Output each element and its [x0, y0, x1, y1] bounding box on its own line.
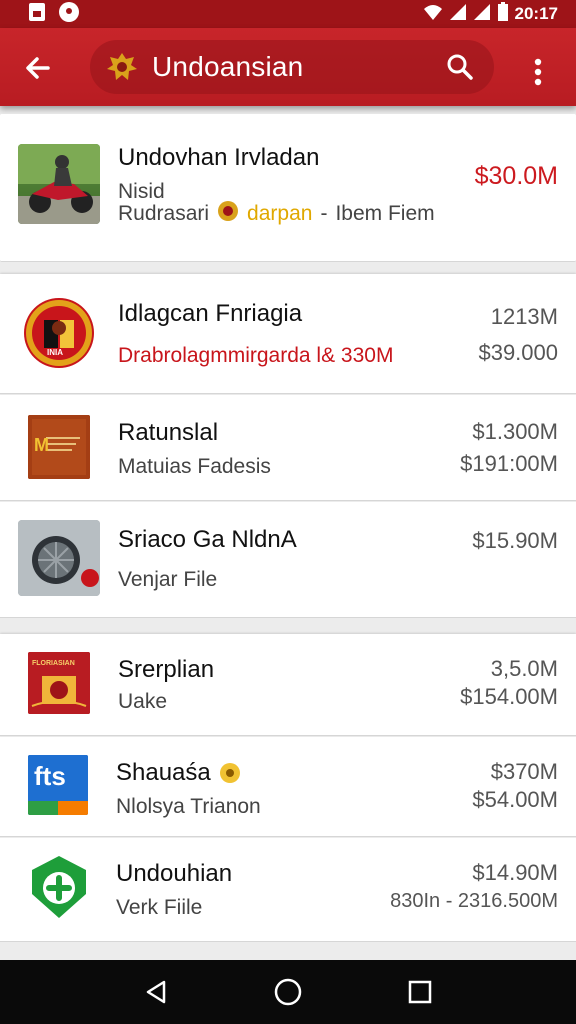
item-subtitle: Nlolsya Trianon — [116, 795, 261, 818]
item-price-top: $370M — [490, 759, 558, 784]
nav-back-button[interactable] — [132, 968, 180, 1016]
item-title: Srerplian — [118, 656, 215, 683]
meta-tag: darpan — [247, 202, 313, 225]
search-icon — [447, 54, 473, 80]
tile-text: fts — [34, 761, 66, 791]
list-item[interactable]: FLORIASIAN Srerplian Uake 3,5.0M $154.00… — [0, 634, 576, 736]
more-options-button[interactable] — [518, 52, 558, 92]
item-price-bottom: $39.000 — [478, 340, 558, 365]
item-price-top: $15.90M — [472, 528, 558, 553]
wifi-icon — [423, 3, 443, 26]
item-subtitle: Verk Fiile — [116, 896, 203, 919]
item-title-row: Shauaśa — [116, 759, 241, 787]
nav-home-icon — [274, 978, 302, 1006]
book-thumbnail: M — [28, 415, 90, 479]
badge-thumbnail: INIA — [24, 298, 94, 368]
system-nav-bar — [0, 960, 576, 1024]
more-vert-icon — [534, 58, 542, 86]
meta-location: Rudrasari — [118, 202, 210, 225]
item-subtitle: Uake — [118, 690, 168, 713]
item-price-top: $1.300M — [472, 419, 558, 444]
nav-recents-button[interactable] — [396, 968, 444, 1016]
card-thumbnail: FLORIASIAN — [28, 652, 90, 714]
location-icon — [58, 1, 80, 28]
item-subtitle: Drabrolagmmirgarda l& 330M — [118, 344, 394, 367]
search-bar[interactable]: Undoansian — [90, 40, 494, 94]
item-title: Ratunslal — [118, 419, 219, 446]
item-price-bottom: $154.00M — [460, 684, 558, 709]
item-price-bottom: $54.00M — [472, 787, 558, 812]
list-item[interactable]: Undouhian Verk Fiile $14.90M 830In - 231… — [0, 838, 576, 942]
back-button[interactable] — [18, 48, 58, 88]
item-price-top: 3,5.0M — [490, 656, 558, 681]
list-item[interactable]: fts Shauaśa Nlolsya Trianon $370M $54.00… — [0, 737, 576, 837]
status-bar: 20:17 — [0, 0, 576, 28]
app-title: Undoansian — [152, 51, 304, 82]
item-price-bottom: 830In - 2316.500M — [390, 890, 558, 912]
nav-recents-icon — [408, 980, 432, 1004]
nav-home-button[interactable] — [264, 968, 312, 1016]
signal-icon — [449, 3, 467, 26]
item-price: $30.0M — [474, 162, 558, 190]
notification-icon — [28, 2, 46, 27]
shield-plus-thumbnail — [28, 854, 90, 920]
app-bar: Undoansian — [0, 28, 576, 106]
tile-thumbnail: fts — [28, 755, 88, 815]
item-price-top: 1213M — [490, 304, 558, 329]
verified-badge-icon — [219, 763, 240, 783]
list-item[interactable]: INIA Idlagcan Fnriagia Drabrolagmmirgard… — [0, 274, 576, 394]
item-title: Undovhan Irvladan — [118, 144, 320, 171]
card-text: FLORIASIAN — [32, 660, 75, 667]
clock: 20:17 — [514, 4, 558, 23]
dial-thumbnail — [18, 520, 100, 596]
item-price-bottom: $191:00M — [460, 451, 558, 476]
search-button[interactable] — [440, 47, 480, 87]
featured-card[interactable]: Undovhan Irvladan Nisid Rudrasari darpan… — [0, 114, 576, 262]
results-list: Undovhan Irvladan Nisid Rudrasari darpan… — [0, 106, 576, 960]
item-subtitle: Matuias Fadesis — [118, 455, 271, 478]
meta-separator: - — [320, 202, 328, 225]
meta-detail: Ibem Fiem — [335, 202, 435, 225]
crest-icon — [102, 47, 142, 87]
item-title: Sriaco Ga NldnA — [118, 526, 297, 553]
item-meta: Rudrasari darpan - Ibem Fiem — [118, 200, 435, 228]
item-price-top: $14.90M — [472, 860, 558, 885]
signal-icon-2 — [473, 3, 491, 26]
nav-back-icon — [146, 980, 166, 1004]
book-letter: M — [34, 435, 49, 455]
back-arrow-icon — [26, 57, 50, 79]
list-item[interactable]: Sriaco Ga NldnA Venjar File $15.90M — [0, 502, 576, 618]
item-title: Shauaśa — [116, 759, 211, 786]
badge-text: INIA — [47, 348, 63, 357]
battery-icon — [497, 1, 509, 27]
item-title: Idlagcan Fnriagia — [118, 300, 303, 327]
item-subtitle: Venjar File — [118, 568, 218, 591]
motorcycle-thumbnail — [18, 144, 100, 224]
emblem-icon — [217, 200, 239, 228]
item-title: Undouhian — [116, 860, 233, 887]
list-item[interactable]: M Ratunslal Matuias Fadesis $1.300M $191… — [0, 395, 576, 501]
